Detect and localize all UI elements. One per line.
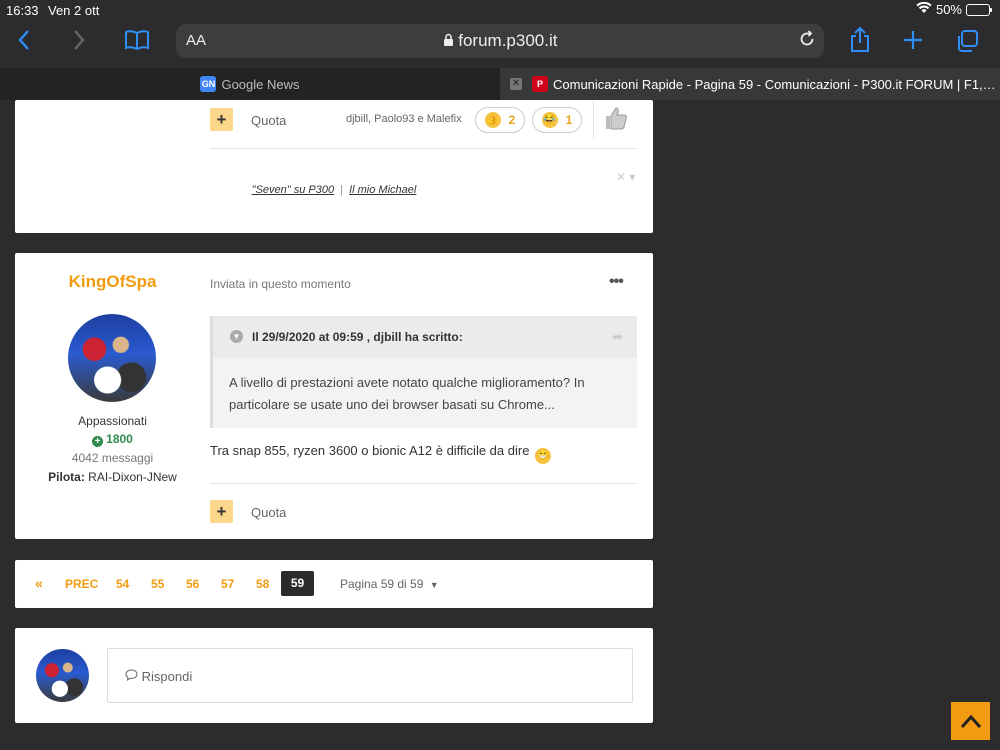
back-icon[interactable] xyxy=(17,29,31,56)
plus-circle-icon: + xyxy=(92,436,104,447)
like-thumb-icon[interactable] xyxy=(603,105,629,138)
page-info: Pagina 59 di 59 xyxy=(340,577,424,591)
wifi-icon xyxy=(916,1,932,17)
pilota-field: Pilota: RAI-Dixon-JNew xyxy=(15,470,210,484)
google-news-favicon-icon: GN xyxy=(200,76,217,92)
speech-bubble-icon xyxy=(125,669,142,684)
quote-button[interactable]: Quota xyxy=(251,505,286,520)
avatar[interactable] xyxy=(68,314,156,402)
pagination: « PREC 54 55 56 57 58 59 Pagina 59 di 59… xyxy=(15,560,653,608)
laugh-emoji-icon: 😂 xyxy=(541,112,558,128)
reload-icon[interactable] xyxy=(798,30,816,54)
forward-icon[interactable] xyxy=(72,29,86,56)
p300-favicon-icon: P xyxy=(532,76,548,92)
tab-bar: GN Google News ✕ P Comunicazioni Rapide … xyxy=(0,68,1000,100)
signature-link-seven[interactable]: "Seven" su P300 xyxy=(252,184,334,196)
battery-icon xyxy=(966,3,992,16)
new-tab-icon[interactable] xyxy=(902,29,924,56)
reaction-laugh[interactable]: 😂 1 xyxy=(532,107,582,133)
browser-toolbar: AA forum.p300.it xyxy=(0,20,1000,68)
signature-link-michael[interactable]: Il mio Michael xyxy=(349,184,416,196)
pagination-bar: « PREC 54 55 56 57 58 59 Pagina 59 di 59… xyxy=(15,560,653,608)
user-group: Appassionati xyxy=(78,414,147,428)
page-jump-dropdown[interactable]: Pagina 59 di 59 ▼ xyxy=(340,577,439,591)
address-url: forum.p300.it xyxy=(176,31,824,51)
tab-p300-forum[interactable]: ✕ P Comunicazioni Rapide - Pagina 59 - C… xyxy=(500,68,1000,100)
share-icon[interactable] xyxy=(849,26,871,58)
divider xyxy=(593,100,594,138)
tab-label: Google News xyxy=(221,76,300,92)
tab-label: Comunicazioni Rapide - Pagina 59 - Comun… xyxy=(553,76,996,92)
reactors-list[interactable]: djbill, Paolo93 e Malefix xyxy=(346,113,462,125)
reaction-count: 2 xyxy=(508,113,516,127)
page-link[interactable]: 55 xyxy=(151,577,164,591)
reply-placeholder-text: Rispondi xyxy=(141,669,193,684)
address-bar[interactable]: AA forum.p300.it xyxy=(176,24,824,58)
author-name[interactable]: KingOfSpa xyxy=(15,272,210,292)
more-options-icon[interactable]: ••• xyxy=(609,273,624,291)
reply-input[interactable]: Rispondi xyxy=(107,648,633,703)
reaction-thumbs-up[interactable]: 👍 2 xyxy=(475,107,525,133)
tab-google-news[interactable]: GN Google News xyxy=(0,68,500,100)
prev-page-link[interactable]: PREC xyxy=(65,577,98,591)
close-tab-icon[interactable]: ✕ xyxy=(510,78,522,90)
bookmarks-icon[interactable] xyxy=(124,29,150,56)
lock-icon xyxy=(443,31,459,50)
status-time: 16:33 xyxy=(6,3,39,18)
quote-block: ▼ Il 29/9/2020 at 09:59 , djbill ha scri… xyxy=(210,316,637,428)
pilota-label: Pilota: xyxy=(48,470,85,484)
battery-percent: 50% xyxy=(935,2,962,17)
url-text: forum.p300.it xyxy=(458,31,558,50)
multiquote-plus-button[interactable]: + xyxy=(210,108,233,131)
first-page-icon[interactable]: « xyxy=(35,575,43,591)
post-text: Tra snap 855, ryzen 3600 o bionic A12 è … xyxy=(210,443,530,458)
multiquote-plus-button[interactable]: + xyxy=(210,500,233,523)
scroll-to-top-button[interactable] xyxy=(951,702,990,740)
quote-text: A livello di prestazioni avete notato qu… xyxy=(229,375,585,412)
chevron-down-icon[interactable]: ▼ xyxy=(230,330,243,343)
status-date: Ven 2 ott xyxy=(48,3,100,18)
page-link[interactable]: 57 xyxy=(221,577,234,591)
quote-citation: Il 29/9/2020 at 09:59 , djbill ha scritt… xyxy=(252,330,463,344)
post-count: 4042 messaggi xyxy=(71,451,154,465)
grin-emoji-icon: 😁 xyxy=(535,448,552,464)
status-right: 50% xyxy=(916,1,992,17)
goto-quote-icon[interactable]: ➦ xyxy=(612,329,623,345)
post-timestamp: Inviata in questo momento xyxy=(210,277,351,291)
signature-separator: | xyxy=(340,184,344,196)
avatar xyxy=(36,649,89,702)
quote-button[interactable]: Quota xyxy=(251,113,286,128)
thumbs-up-emoji-icon: 👍 xyxy=(484,112,501,128)
page-link[interactable]: 54 xyxy=(116,577,129,591)
reply-card: Rispondi xyxy=(15,628,653,723)
reputation-badge: +1800 xyxy=(15,432,210,447)
signature: "Seven" su P300 | Il mio Michael xyxy=(15,184,653,196)
current-page: 59 xyxy=(281,571,314,596)
post-content: Tra snap 855, ryzen 3600 o bionic A12 è … xyxy=(210,443,552,464)
page-link[interactable]: 58 xyxy=(256,577,269,591)
post-card: KingOfSpa Appassionati +1800 4042 messag… xyxy=(15,253,653,539)
pilota-value: RAI-Dixon-JNew xyxy=(88,470,177,484)
previous-post-card: + Quota djbill, Paolo93 e Malefix 👍 2 😂 … xyxy=(15,100,653,233)
status-bar: 16:33 Ven 2 ott 50% xyxy=(0,0,1000,20)
divider xyxy=(210,148,637,149)
reputation-value: 1800 xyxy=(106,432,133,446)
quote-header[interactable]: ▼ Il 29/9/2020 at 09:59 , djbill ha scri… xyxy=(213,316,637,358)
hide-signature-icon[interactable]: ✕ ▾ xyxy=(616,170,635,184)
divider xyxy=(210,483,637,484)
reaction-count: 1 xyxy=(565,113,573,127)
tabs-overview-icon[interactable] xyxy=(955,29,979,58)
reply-placeholder: Rispondi xyxy=(125,669,192,684)
page-link[interactable]: 56 xyxy=(186,577,199,591)
caret-down-icon: ▼ xyxy=(429,580,439,590)
